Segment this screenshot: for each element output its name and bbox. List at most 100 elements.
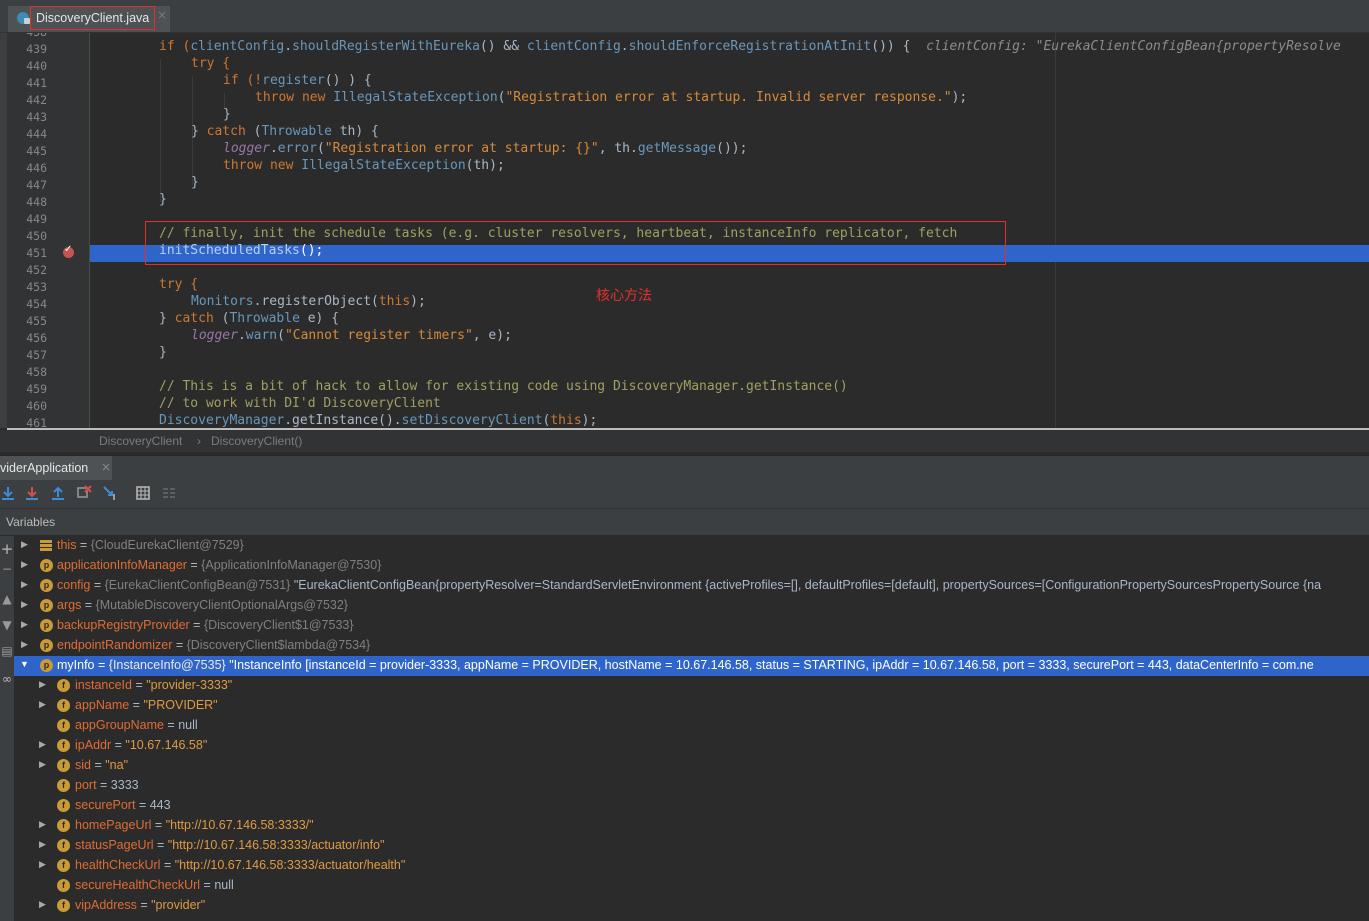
code-line-445[interactable]: logger.error("Registration error at star… xyxy=(223,141,747,156)
breadcrumb-class[interactable]: DiscoveryClient xyxy=(99,434,182,448)
code-token: . xyxy=(284,39,293,54)
field-icon: f xyxy=(57,819,70,832)
code-line-447[interactable]: } xyxy=(191,175,199,190)
code-line-461[interactable]: DiscoveryManager.getInstance().setDiscov… xyxy=(159,413,597,428)
expand-icon[interactable]: ▶ xyxy=(21,639,28,650)
code-token: } xyxy=(159,311,175,326)
expand-icon[interactable]: ▶ xyxy=(39,819,46,830)
line-number: 443 xyxy=(26,110,47,124)
trace-icon[interactable] xyxy=(161,485,177,501)
code-token: IllegalStateException xyxy=(301,158,466,173)
code-token: ( xyxy=(277,328,285,343)
variable-row-this[interactable]: ▶ this = {CloudEurekaClient@7529} xyxy=(14,536,1369,556)
code-token: ); xyxy=(410,294,426,309)
collapse-icon[interactable]: ▼ xyxy=(20,659,29,669)
expand-icon[interactable]: ▶ xyxy=(39,899,46,910)
close-icon[interactable]: × xyxy=(157,8,167,22)
run-to-cursor-icon[interactable] xyxy=(102,485,118,501)
field-row-securehealthcheckurl[interactable]: f secureHealthCheckUrl = null xyxy=(14,876,1369,896)
code-token: .registerObject( xyxy=(253,294,379,309)
expand-icon[interactable]: ▶ xyxy=(39,839,46,850)
field-row-appname[interactable]: ▶ f appName = "PROVIDER" xyxy=(14,696,1369,716)
breadcrumb-method[interactable]: DiscoveryClient() xyxy=(211,434,302,448)
expand-icon[interactable]: ▶ xyxy=(39,739,46,750)
field-value: null xyxy=(214,878,234,892)
line-number: 449 xyxy=(26,212,47,226)
code-token: () && xyxy=(479,39,527,54)
expand-icon[interactable]: ▶ xyxy=(21,599,28,610)
add-watch-icon[interactable]: + xyxy=(0,540,14,558)
code-line-443[interactable]: } xyxy=(223,107,231,122)
field-row-instanceid[interactable]: ▶ f instanceId = "provider-3333" xyxy=(14,676,1369,696)
field-value: "PROVIDER" xyxy=(143,698,218,712)
code-line-441[interactable]: if (!register() ) { xyxy=(223,73,372,88)
code-token: e) { xyxy=(299,311,340,326)
field-row-secureport[interactable]: f securePort = 443 xyxy=(14,796,1369,816)
code-line-459[interactable]: // This is a bit of hack to allow for ex… xyxy=(159,379,848,394)
code-editor[interactable]: 438 439 440 441 442 443 444 445 446 447 … xyxy=(0,33,1369,428)
debug-session-label: viderApplication xyxy=(0,461,89,475)
code-line-448[interactable]: } xyxy=(159,192,167,207)
close-icon[interactable]: × xyxy=(101,460,111,474)
code-token: . xyxy=(269,141,278,156)
variable-type: {InstanceInfo@7535} xyxy=(108,658,226,672)
breakpoint-icon[interactable] xyxy=(63,244,74,258)
code-line-439[interactable]: if (clientConfig.shouldRegisterWithEurek… xyxy=(159,39,1341,54)
variable-row-config[interactable]: ▶ p config = {EurekaClientConfigBean@753… xyxy=(14,576,1369,596)
field-row-port[interactable]: f port = 3333 xyxy=(14,776,1369,796)
show-watches-icon[interactable]: ∞ xyxy=(0,672,14,686)
code-token: throw new xyxy=(223,158,302,173)
step-out-icon[interactable] xyxy=(50,485,66,501)
field-row-appgroupname[interactable]: f appGroupName = null xyxy=(14,716,1369,736)
field-eq: = xyxy=(136,898,152,912)
expand-icon[interactable]: ▶ xyxy=(21,579,28,590)
code-line-456[interactable]: logger.warn("Cannot register timers", e)… xyxy=(191,328,512,343)
field-row-statuspageurl[interactable]: ▶ f statusPageUrl = "http://10.67.146.58… xyxy=(14,836,1369,856)
indent-guide xyxy=(160,59,161,202)
code-token: , th. xyxy=(598,141,638,156)
variables-tree[interactable]: ▶ this = {CloudEurekaClient@7529} ▶ p ap… xyxy=(14,536,1369,921)
code-line-446[interactable]: throw new IllegalStateException(th); xyxy=(223,158,505,173)
variable-row-args[interactable]: ▶ p args = {MutableDiscoveryClientOption… xyxy=(14,596,1369,616)
expand-icon[interactable]: ▶ xyxy=(21,559,28,570)
step-over-icon[interactable] xyxy=(0,485,16,501)
code-token: "Cannot register timers" xyxy=(284,328,473,343)
field-row-ipaddr[interactable]: ▶ f ipAddr = "10.67.146.58" xyxy=(14,736,1369,756)
expand-icon[interactable]: ▶ xyxy=(21,539,28,550)
line-number: 455 xyxy=(26,314,47,328)
drop-frame-icon[interactable] xyxy=(76,485,92,501)
step-into-icon[interactable] xyxy=(24,485,40,501)
expand-icon[interactable]: ▶ xyxy=(39,679,46,690)
evaluate-expression-icon[interactable] xyxy=(135,485,151,501)
variable-row-myinfo[interactable]: ▼ p myInfo = {InstanceInfo@7535} "Instan… xyxy=(14,656,1369,676)
copy-icon[interactable]: ▤ xyxy=(0,644,14,658)
debug-session-tab[interactable]: viderApplication × xyxy=(0,456,112,480)
field-eq: = xyxy=(153,838,168,852)
code-line-455[interactable]: } catch (Throwable e) { xyxy=(159,311,339,326)
field-row-sid[interactable]: ▶ f sid = "na" xyxy=(14,756,1369,776)
expand-icon[interactable]: ▶ xyxy=(39,859,46,870)
code-line-444[interactable]: } catch (Throwable th) { xyxy=(191,124,379,139)
variable-row-backupregistryprovider[interactable]: ▶ p backupRegistryProvider = {DiscoveryC… xyxy=(14,616,1369,636)
code-line-457[interactable]: } xyxy=(159,345,167,360)
code-line-460[interactable]: // to work with DI'd DiscoveryClient xyxy=(159,396,441,411)
variable-row-endpointrandomizer[interactable]: ▶ p endpointRandomizer = {DiscoveryClien… xyxy=(14,636,1369,656)
parameter-icon: p xyxy=(40,639,53,652)
expand-icon[interactable]: ▶ xyxy=(39,699,46,710)
line-number-gutter[interactable]: 438 439 440 441 442 443 444 445 446 447 … xyxy=(7,33,90,428)
expand-icon[interactable]: ▶ xyxy=(21,619,28,630)
expand-icon[interactable]: ▶ xyxy=(39,759,46,770)
code-line-442[interactable]: throw new IllegalStateException("Registr… xyxy=(255,90,967,105)
variable-row-applicationinfomanager[interactable]: ▶ p applicationInfoManager = {Applicatio… xyxy=(14,556,1369,576)
field-row-homepageurl[interactable]: ▶ f homePageUrl = "http://10.67.146.58:3… xyxy=(14,816,1369,836)
code-line-440[interactable]: try { xyxy=(191,56,230,71)
editor-tab-discoveryclient[interactable]: DiscoveryClient.java × xyxy=(8,6,170,32)
remove-watch-icon[interactable]: − xyxy=(0,562,14,576)
code-line-453[interactable]: try { xyxy=(159,277,198,292)
field-row-vipaddress[interactable]: ▶ f vipAddress = "provider" xyxy=(14,896,1369,916)
field-row-healthcheckurl[interactable]: ▶ f healthCheckUrl = "http://10.67.146.5… xyxy=(14,856,1369,876)
code-line-454[interactable]: Monitors.registerObject(this); xyxy=(191,294,426,309)
field-name: ipAddr xyxy=(75,738,112,752)
move-down-icon[interactable]: ▼ xyxy=(0,618,14,632)
move-up-icon[interactable]: ▲ xyxy=(0,592,14,606)
